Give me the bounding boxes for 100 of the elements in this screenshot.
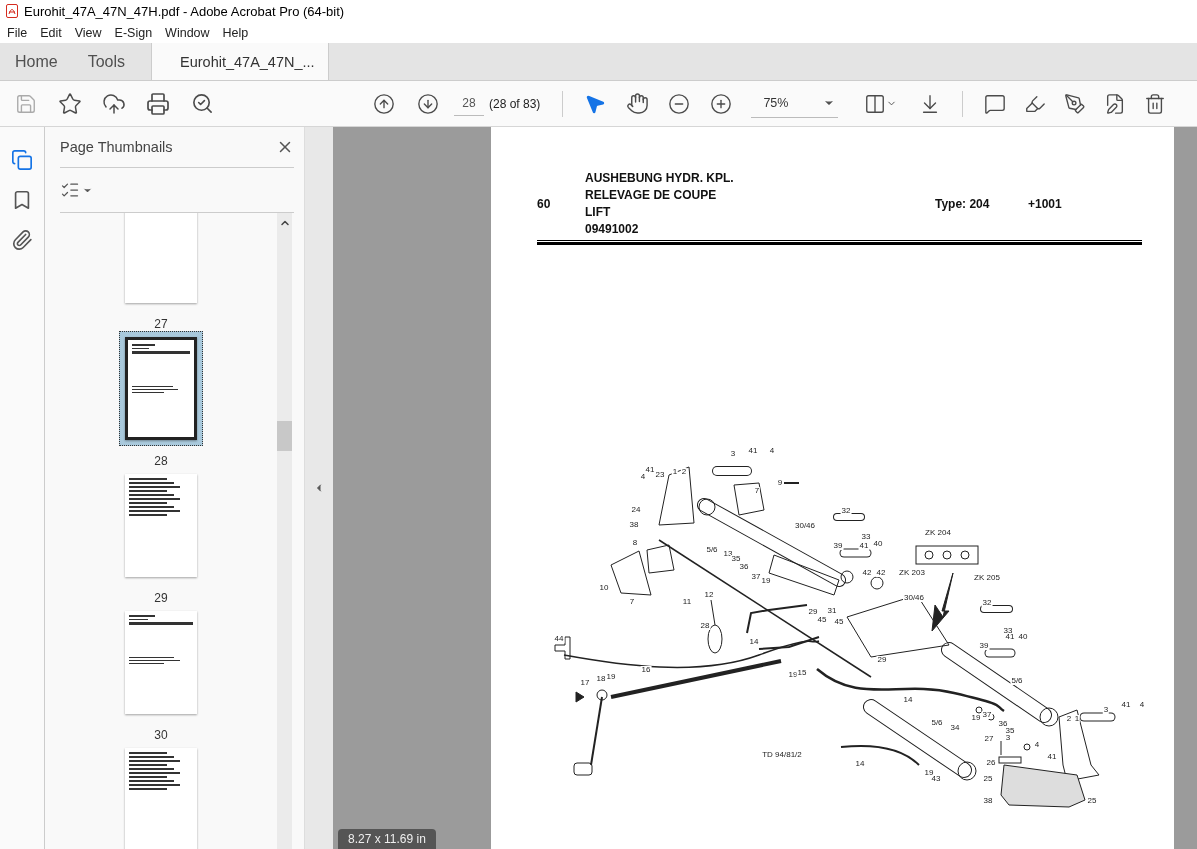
callout-number: 5/6 (930, 719, 944, 727)
callout-number: 41 (1046, 753, 1058, 761)
callout-number: 27 (983, 735, 995, 743)
pdf-app-icon (6, 4, 18, 18)
callout-number: 1 (671, 468, 679, 476)
callout-number: ZK 203 (898, 569, 926, 577)
comment-icon (984, 92, 1007, 115)
callout-number: 41 (644, 466, 656, 474)
callout-number: ZK 205 (973, 574, 1001, 582)
zoom-dropdown[interactable]: 75% (751, 89, 839, 118)
printer-icon (146, 91, 170, 116)
callout-number: 39 (978, 642, 990, 650)
callout-number: 14 (748, 638, 760, 646)
arrow-down-icon (417, 92, 439, 115)
page-number-label: 30 (154, 728, 168, 742)
callout-number: 14 (902, 696, 914, 704)
page-size-badge: 8.27 x 11.69 in (338, 829, 436, 849)
callout-number: 18 (595, 675, 607, 683)
pages-panel-icon[interactable] (11, 149, 33, 171)
menu-item[interactable]: E-Sign (114, 25, 153, 40)
callout-number: 7 (628, 598, 636, 606)
arrow-up-icon (373, 92, 395, 115)
callout-number: 12 (703, 591, 715, 599)
callout-number: 14 (854, 760, 866, 768)
page-number-label: 29 (154, 591, 168, 605)
nav-tab[interactable]: Tools (72, 43, 141, 80)
callout-number: 45 (816, 616, 828, 624)
attachments-panel-icon[interactable] (11, 229, 33, 251)
callout-number: 3 (1004, 734, 1012, 742)
callout-number: 23 (654, 471, 666, 479)
plus-icon (710, 92, 733, 115)
callout-number: 45 (833, 618, 845, 626)
callout-number: 17 (579, 679, 591, 687)
page-number-field[interactable]: 28 (454, 91, 484, 116)
callout-number: 5/6 (1010, 677, 1024, 685)
callout-number: 43 (930, 775, 942, 783)
callout-number: 7 (753, 487, 761, 495)
callout-number: 8 (631, 539, 639, 547)
callout-number: 16 (640, 666, 652, 674)
cloud-upload-icon (102, 91, 126, 116)
menu-item[interactable]: Window (165, 25, 210, 40)
callout-number: 2 (1065, 715, 1073, 723)
scrollbar[interactable] (277, 213, 292, 849)
callout-number: 29 (807, 608, 819, 616)
menu-item[interactable]: Edit (40, 25, 62, 40)
section-title: RELEVAGE DE COUPE (585, 188, 718, 202)
callout-number: 41 (747, 447, 759, 455)
callout-number: 24 (630, 506, 642, 514)
callout-number: 4 (1033, 741, 1041, 749)
callout-number: ZK 204 (924, 529, 952, 537)
callout-number: 32 (840, 507, 852, 515)
collapse-panel-handle[interactable] (305, 127, 333, 849)
type-label: Type: 204 (935, 196, 991, 211)
selected-thumbnail-frame[interactable] (119, 331, 203, 446)
menu-item[interactable]: View (74, 25, 102, 40)
callout-number: 32 (981, 599, 993, 607)
callout-number: 34 (949, 724, 961, 732)
minus-icon (668, 92, 691, 115)
callout-number: 37 (750, 573, 762, 581)
callout-number: 36 (997, 720, 1009, 728)
callout-number: 29 (876, 656, 888, 664)
document-tab[interactable]: Eurohit_47A_47N_... (151, 43, 329, 80)
hand-icon (625, 92, 649, 115)
menu-item[interactable]: Help (222, 25, 249, 40)
callout-number: 25 (982, 775, 994, 783)
star-icon (58, 91, 82, 116)
section-title: 09491002 (585, 222, 640, 236)
callout-number: 38 (628, 521, 640, 529)
callout-number: 40 (1017, 633, 1029, 641)
callout-number: 19 (970, 714, 982, 722)
callout-number: 40 (872, 540, 884, 548)
callout-number: 41 (858, 542, 870, 550)
callout-number: 33 (860, 533, 872, 541)
section-number: 60 (537, 196, 552, 211)
callout-number: 38 (982, 797, 994, 805)
callout-number: 10 (598, 584, 610, 592)
callout-number: 30/46 (794, 522, 816, 530)
callout-number: 41 (1004, 633, 1016, 641)
drawing-id: TD 94/81/2 (761, 751, 803, 759)
callout-number: 36 (738, 563, 750, 571)
page-fit-icon (863, 92, 886, 115)
callout-number: 37 (981, 711, 993, 719)
callout-number: 28 (699, 622, 711, 630)
menu-item[interactable]: File (7, 25, 28, 40)
nav-tab[interactable]: Home (0, 43, 73, 80)
section-title: LIFT (585, 205, 612, 219)
panel-title: Page Thumbnails (60, 139, 173, 155)
pen-icon (1064, 92, 1087, 115)
scrollbar-thumb[interactable] (277, 421, 292, 451)
callout-number: 41 (1120, 701, 1132, 709)
callout-number: 4 (639, 473, 647, 481)
section-title: AUSHEBUNG HYDR. KPL. (585, 171, 735, 185)
callout-number: 19 (605, 673, 617, 681)
page-count: (28 of 83) (489, 96, 541, 111)
callout-number: 42 (875, 569, 887, 577)
callout-number: 3 (1102, 706, 1110, 714)
window-title: Eurohit_47A_47N_47H.pdf - Adobe Acrobat Pro (64-bit) (24, 3, 345, 19)
search-icon (190, 92, 214, 115)
callout-number: 11 (681, 598, 693, 606)
serial-label: +1001 (1028, 196, 1063, 211)
